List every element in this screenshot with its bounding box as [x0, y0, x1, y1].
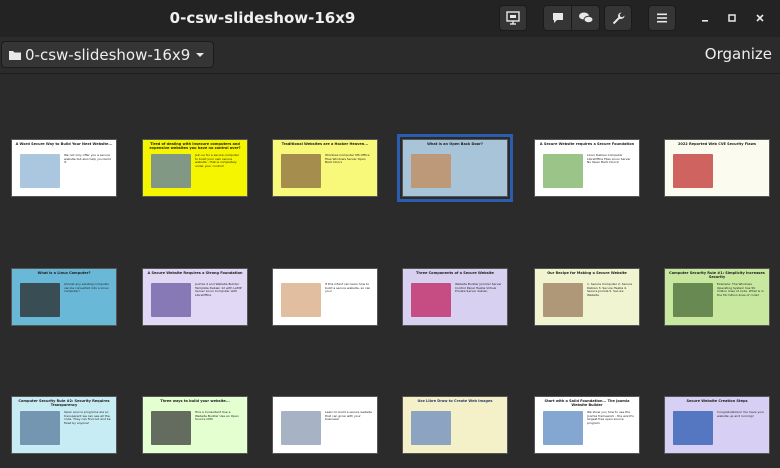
slide-thumbnail[interactable]: 2022 Reported Web CVE Security Flaws	[664, 139, 770, 197]
chat-view-button[interactable]	[572, 6, 599, 30]
slide-title: 2022 Reported Web CVE Security Flaws	[678, 142, 756, 146]
slide-title: Three ways to build your website...	[160, 399, 230, 403]
slide-image	[281, 154, 321, 188]
slide-image	[411, 411, 451, 445]
slide-image	[543, 154, 583, 188]
slide-body-text: Join us for a secure computer to build y…	[195, 153, 240, 168]
view-mode-button-group	[543, 5, 600, 31]
window-title: 0-csw-slideshow-16x9	[169, 9, 356, 27]
folder-path-button[interactable]: 0-csw-slideshow-16x9	[1, 41, 215, 68]
maximize-icon	[728, 14, 736, 22]
slide-image	[543, 283, 583, 317]
slide-thumbnail[interactable]: Three Components of a Secure Website Webs…	[402, 268, 508, 326]
slide-title: Start with a Solid Foundation... The Joo…	[544, 399, 630, 407]
slide-thumbnail[interactable]: Learn to build a secure website that can…	[272, 396, 378, 454]
close-icon	[756, 14, 764, 22]
slide-title: Traditional Websites are a Hacker Heaven…	[281, 142, 369, 146]
slide-image	[543, 411, 583, 445]
slide-body-text: Example: The Windows Operating System ha…	[717, 282, 764, 297]
comment-view-button[interactable]	[544, 6, 572, 30]
slide-thumbnail[interactable]: Computer Security Rule #2: Security Requ…	[11, 396, 117, 454]
slide-body-text: If this infant can learn how to build a …	[325, 282, 371, 294]
slide-image	[151, 283, 191, 317]
slide-image	[20, 154, 60, 188]
slide-thumbnail[interactable]: What is an Open Back Door?	[397, 134, 513, 202]
slide-title: A Secure Website Requires a Strong Found…	[147, 271, 243, 275]
slide-title: Computer Security Rule #1: Simplicity In…	[669, 271, 765, 279]
header-bar: 0-csw-slideshow-16x9	[0, 0, 780, 38]
slide-image	[411, 283, 451, 317]
slide-thumbnail[interactable]: A Secure Website Requires a Strong Found…	[142, 268, 248, 326]
slide-image	[673, 154, 713, 188]
start-presentation-button[interactable]	[499, 5, 527, 31]
main-menu-button[interactable]	[648, 5, 676, 31]
slide-image	[281, 283, 321, 317]
presentation-icon	[506, 11, 520, 25]
folder-icon	[9, 50, 21, 60]
slide-body-text: Joomla 4 and Website Builder Template De…	[195, 282, 242, 297]
folder-path-label: 0-csw-slideshow-16x9	[25, 45, 191, 64]
slide-thumbnail[interactable]: Start with a Solid Foundation... The Joo…	[534, 396, 640, 454]
slide-title: A Word Secure Way to Build Your Next Web…	[15, 142, 113, 146]
slide-body-text: Learn to build a secure website that can…	[325, 410, 372, 422]
wrench-icon	[612, 12, 624, 24]
slide-thumbnail[interactable]: Secure Website Creation Steps Congratulat…	[664, 396, 770, 454]
minimize-icon	[702, 20, 708, 22]
slide-sorter: A Word Secure Way to Build Your Next Web…	[0, 74, 780, 468]
slide-image	[151, 411, 191, 445]
close-button[interactable]	[748, 6, 772, 30]
slide-thumbnail[interactable]: Three ways to build your website... Hire …	[142, 396, 248, 454]
chat-icon	[578, 12, 593, 24]
slide-title: Our Recipe for Making a Secure Website	[547, 271, 627, 275]
slide-thumbnail[interactable]: What is a Linux Computer? Almost any exis…	[11, 268, 117, 326]
slide-body-text: We not only offer you a secure website b…	[64, 153, 111, 165]
slide-body-text: Congratulations! You have your website u…	[717, 410, 765, 418]
slide-title: Three Components of a Secure Website	[416, 271, 494, 275]
chevron-down-icon	[196, 52, 205, 57]
slide-body-text: Almost any existing computer can be conv…	[64, 282, 110, 294]
slide-image	[20, 283, 60, 317]
hamburger-menu-icon	[657, 13, 667, 23]
slide-body-text: Open source programs are so transparent …	[64, 410, 111, 425]
slide-title: What is an Open Back Door?	[427, 142, 483, 146]
slide-title: Tired of dealing with insecure computers…	[149, 142, 241, 150]
maximize-button[interactable]	[720, 6, 744, 30]
slide-image	[20, 411, 60, 445]
slide-body-text: We show you how to use the Joomla framew…	[587, 410, 634, 425]
slide-body-text: Hire a Consultant Use a Website Builder …	[195, 410, 239, 422]
slide-image	[673, 411, 713, 445]
slide-image	[151, 154, 191, 188]
slide-image	[281, 411, 321, 445]
slide-body-text: Windows Computer MS Office Files Windows…	[325, 153, 370, 165]
slide-title: Use Libre Draw to Create Web Images	[417, 399, 493, 403]
comment-icon	[552, 13, 563, 23]
slide-thumbnail[interactable]: Use Libre Draw to Create Web Images	[402, 396, 508, 454]
slide-body-text: Website Builder Joomla! Server Control P…	[455, 282, 502, 294]
slide-thumbnail[interactable]: Computer Security Rule #1: Simplicity In…	[664, 268, 770, 326]
minimize-button[interactable]	[693, 6, 717, 30]
slide-thumbnail[interactable]: Traditional Websites are a Hacker Heaven…	[272, 139, 378, 197]
slide-title: What is a Linux Computer?	[37, 271, 91, 275]
slide-title: Secure Website Creation Steps	[686, 399, 748, 403]
slide-thumbnail[interactable]: If this infant can learn how to build a …	[272, 268, 378, 326]
location-toolbar: 0-csw-slideshow-16x9 Organize	[0, 37, 780, 74]
slide-body-text: Linux Debian Computer LibreOffice Files …	[587, 153, 631, 165]
slide-thumbnail[interactable]: Our Recipe for Making a Secure Website 1.…	[534, 268, 640, 326]
slide-image	[673, 283, 713, 317]
slide-image	[411, 154, 451, 188]
slide-thumbnail[interactable]: A Word Secure Way to Build Your Next Web…	[11, 139, 117, 197]
slide-body-text: 1. Secure Computer 2. Secure Debian 3. S…	[587, 282, 633, 297]
slide-thumbnail[interactable]: Tired of dealing with insecure computers…	[142, 139, 248, 197]
organize-button[interactable]: Organize	[705, 41, 772, 68]
slide-thumbnail[interactable]: A Secure Website requires a Secure Found…	[534, 139, 640, 197]
slide-title: Computer Security Rule #2: Security Requ…	[18, 399, 110, 407]
slide-title: A Secure Website requires a Secure Found…	[539, 142, 635, 146]
tools-button[interactable]	[604, 5, 632, 31]
